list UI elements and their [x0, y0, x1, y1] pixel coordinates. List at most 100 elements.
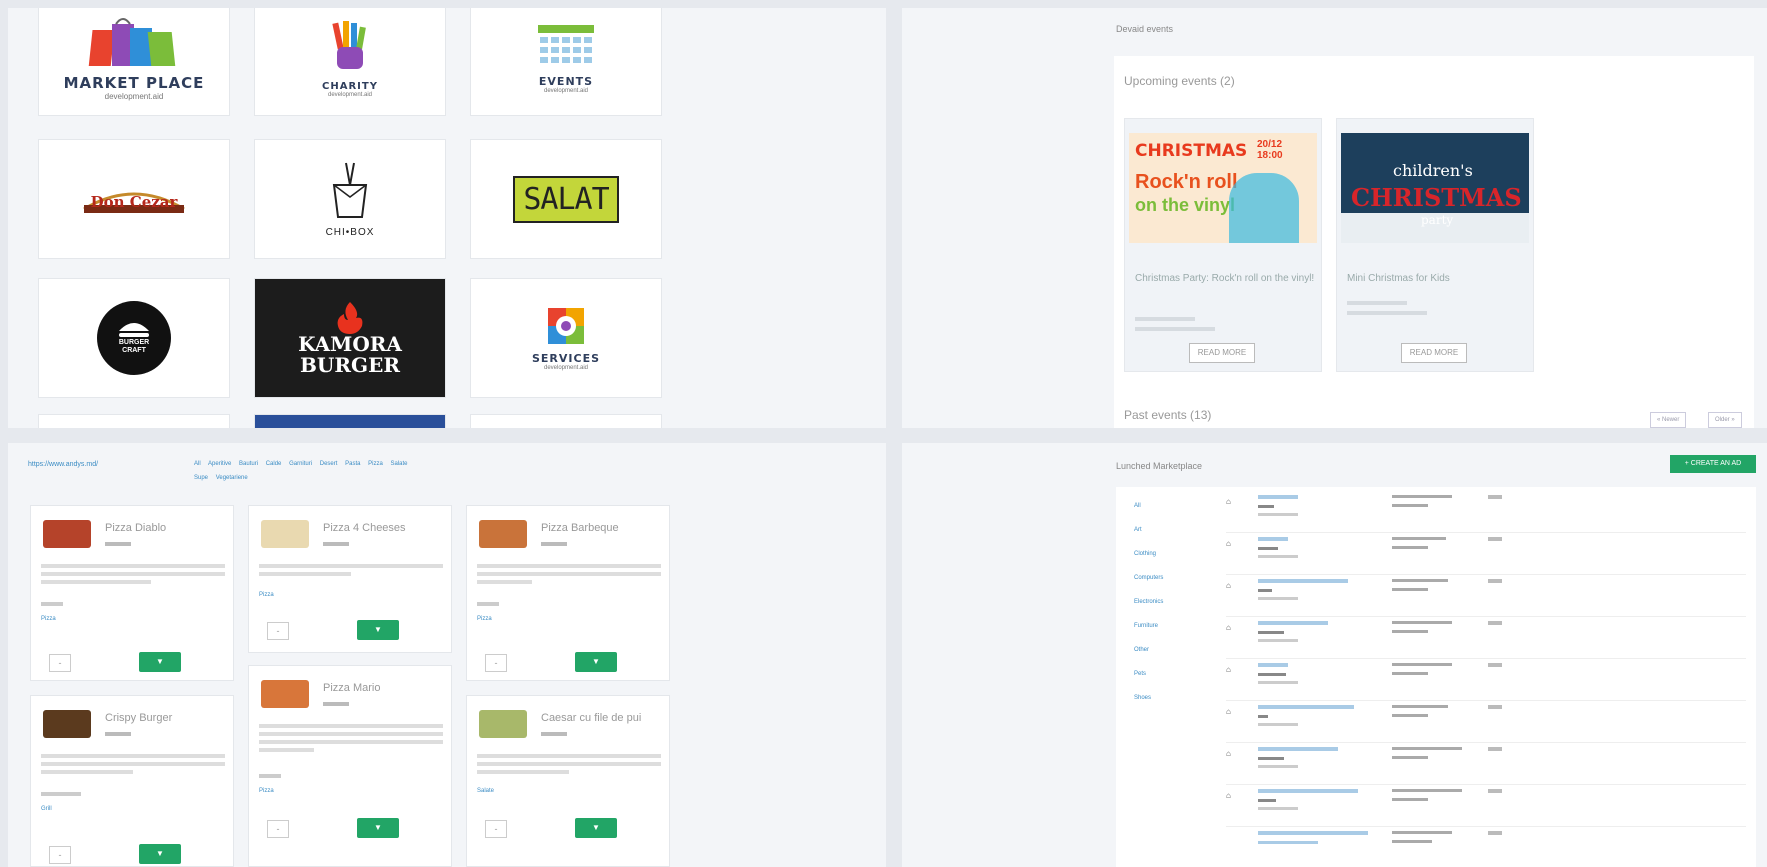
ad-row[interactable]: ⌂ [1226, 533, 1746, 575]
event-title[interactable]: Mini Christmas for Kids [1347, 271, 1527, 287]
ad-row[interactable]: ⌂ [1226, 575, 1746, 617]
ad-title[interactable] [1258, 747, 1338, 751]
ad-row[interactable] [1226, 827, 1746, 867]
category-link[interactable]: Pets [1134, 671, 1146, 677]
category-link[interactable]: Furniture [1134, 623, 1158, 629]
menu-item-tag[interactable]: Salate [477, 788, 494, 794]
category-link[interactable]: Art [1134, 527, 1142, 533]
older-button[interactable]: Older » [1708, 412, 1742, 428]
create-ad-button[interactable]: + CREATE AN AD [1670, 455, 1756, 473]
ad-row[interactable]: ⌂ [1226, 659, 1746, 701]
ad-row[interactable]: ⌂ [1226, 701, 1746, 743]
quantity-input[interactable]: - [267, 820, 289, 838]
ad-price [1392, 840, 1432, 843]
ad-row[interactable]: ⌂ [1226, 617, 1746, 659]
house-icon: ⌂ [1226, 707, 1231, 716]
menu-item-title[interactable]: Caesar cu file de pui [541, 712, 641, 724]
menu-item-card[interactable]: Pizza Mario Pizza - ▼ [248, 665, 452, 867]
kamora-logo-tile[interactable]: KAMORA BURGER [254, 278, 446, 398]
house-icon: ⌂ [1226, 539, 1231, 548]
menu-item-tag[interactable]: Pizza [477, 616, 492, 622]
tag-link[interactable]: Garnituri [289, 461, 312, 467]
menu-item-tag[interactable]: Pizza [41, 616, 56, 622]
quantity-input[interactable]: - [485, 820, 507, 838]
event-card[interactable]: CHRISTMAS 20/12 18:00 Rock'n roll on the… [1124, 118, 1322, 372]
menu-item-title[interactable]: Pizza Diablo [105, 522, 166, 534]
ad-title[interactable] [1258, 705, 1354, 709]
category-link[interactable]: All [1134, 503, 1141, 509]
marketplace-logo-tile[interactable]: MARKET PLACE development.aid [38, 8, 230, 116]
charity-logo-tile[interactable]: CHARITY development.aid [254, 8, 446, 116]
ad-title[interactable] [1258, 495, 1298, 499]
menu-item-title[interactable]: Pizza Barbeque [541, 522, 619, 534]
ad-title[interactable] [1258, 663, 1288, 667]
tag-link[interactable]: Aperitive [208, 461, 231, 467]
tag-link[interactable]: Calde [266, 461, 282, 467]
ad-category [1258, 757, 1284, 760]
doncezar-logo-tile[interactable]: Don Cezar [38, 139, 230, 259]
category-link[interactable]: Shoes [1134, 695, 1151, 701]
burgercraft-logo-tile[interactable]: BURGER CRAFT [38, 278, 230, 398]
ad-category [1258, 841, 1318, 844]
ad-row[interactable]: ⌂ [1226, 785, 1746, 827]
tag-link[interactable]: Supe [194, 475, 208, 481]
category-link[interactable]: Computers [1134, 575, 1163, 581]
tag-link[interactable]: Desert [320, 461, 338, 467]
restaurant-url-link[interactable]: https://www.andys.md/ [28, 461, 98, 468]
ad-row[interactable]: ⌂ [1226, 743, 1746, 785]
add-to-cart-button[interactable]: ▼ [139, 652, 181, 672]
menu-item-tag[interactable]: Pizza [259, 788, 274, 794]
menu-item-tag[interactable]: Grill [41, 806, 52, 812]
read-more-button[interactable]: READ MORE [1401, 343, 1467, 363]
tag-link[interactable]: Bauturi [239, 461, 258, 467]
event-title[interactable]: Christmas Party: Rock'n roll on the viny… [1135, 271, 1315, 287]
quantity-input[interactable]: - [49, 846, 71, 864]
breadcrumb[interactable]: Devaid events [1116, 24, 1173, 34]
quantity-input[interactable]: - [267, 622, 289, 640]
tag-link[interactable]: Salate [390, 461, 407, 467]
add-to-cart-button[interactable]: ▼ [575, 652, 617, 672]
logo-tile-partial[interactable] [254, 414, 446, 428]
ad-title[interactable] [1258, 537, 1288, 541]
logo-tile-partial[interactable] [38, 414, 230, 428]
ad-views [1488, 747, 1502, 751]
add-to-cart-button[interactable]: ▼ [357, 620, 399, 640]
ad-title[interactable] [1258, 789, 1358, 793]
ad-row[interactable]: ⌂ [1226, 491, 1746, 533]
quantity-input[interactable]: - [485, 654, 507, 672]
event-image[interactable]: children's CHRISTMAS party [1341, 133, 1529, 243]
salat-logo-tile[interactable]: SALAT [470, 139, 662, 259]
chibox-logo-tile[interactable]: CHI•BOX [254, 139, 446, 259]
tag-link[interactable]: All [194, 461, 201, 467]
add-to-cart-button[interactable]: ▼ [139, 844, 181, 864]
menu-item-title[interactable]: Pizza Mario [323, 682, 380, 694]
tag-link[interactable]: Pizza [368, 461, 383, 467]
menu-item-card[interactable]: Pizza Barbeque Pizza - ▼ [466, 505, 670, 681]
quantity-input[interactable]: - [49, 654, 71, 672]
tag-link[interactable]: Pasta [345, 461, 360, 467]
menu-item-tag[interactable]: Pizza [259, 592, 274, 598]
menu-item-card[interactable]: Pizza 4 Cheeses Pizza - ▼ [248, 505, 452, 653]
add-to-cart-button[interactable]: ▼ [357, 818, 399, 838]
add-to-cart-button[interactable]: ▼ [575, 818, 617, 838]
event-image[interactable]: CHRISTMAS 20/12 18:00 Rock'n roll on the… [1129, 133, 1317, 243]
logo-tile-partial[interactable] [470, 414, 662, 428]
menu-item-title[interactable]: Crispy Burger [105, 712, 172, 724]
ad-title[interactable] [1258, 579, 1348, 583]
menu-item-card[interactable]: Caesar cu file de pui Salate - ▼ [466, 695, 670, 867]
category-link[interactable]: Electronics [1134, 599, 1163, 605]
tag-link[interactable]: Vegetariene [216, 475, 248, 481]
menu-item-title[interactable]: Pizza 4 Cheeses [323, 522, 406, 534]
events-logo-tile[interactable]: EVENTS development.aid [470, 8, 662, 116]
event-card[interactable]: children's CHRISTMAS party Mini Christma… [1336, 118, 1534, 372]
category-link[interactable]: Clothing [1134, 551, 1156, 557]
category-link[interactable]: Other [1134, 647, 1149, 653]
menu-item-card[interactable]: Crispy Burger Grill - ▼ [30, 695, 234, 867]
newer-button[interactable]: « Newer [1650, 412, 1687, 428]
menu-item-card[interactable]: Pizza Diablo Pizza - ▼ [30, 505, 234, 681]
services-logo-tile[interactable]: SERVICES development.aid [470, 278, 662, 398]
ad-user [1392, 537, 1446, 540]
read-more-button[interactable]: READ MORE [1189, 343, 1255, 363]
ad-title[interactable] [1258, 831, 1368, 835]
ad-title[interactable] [1258, 621, 1328, 625]
